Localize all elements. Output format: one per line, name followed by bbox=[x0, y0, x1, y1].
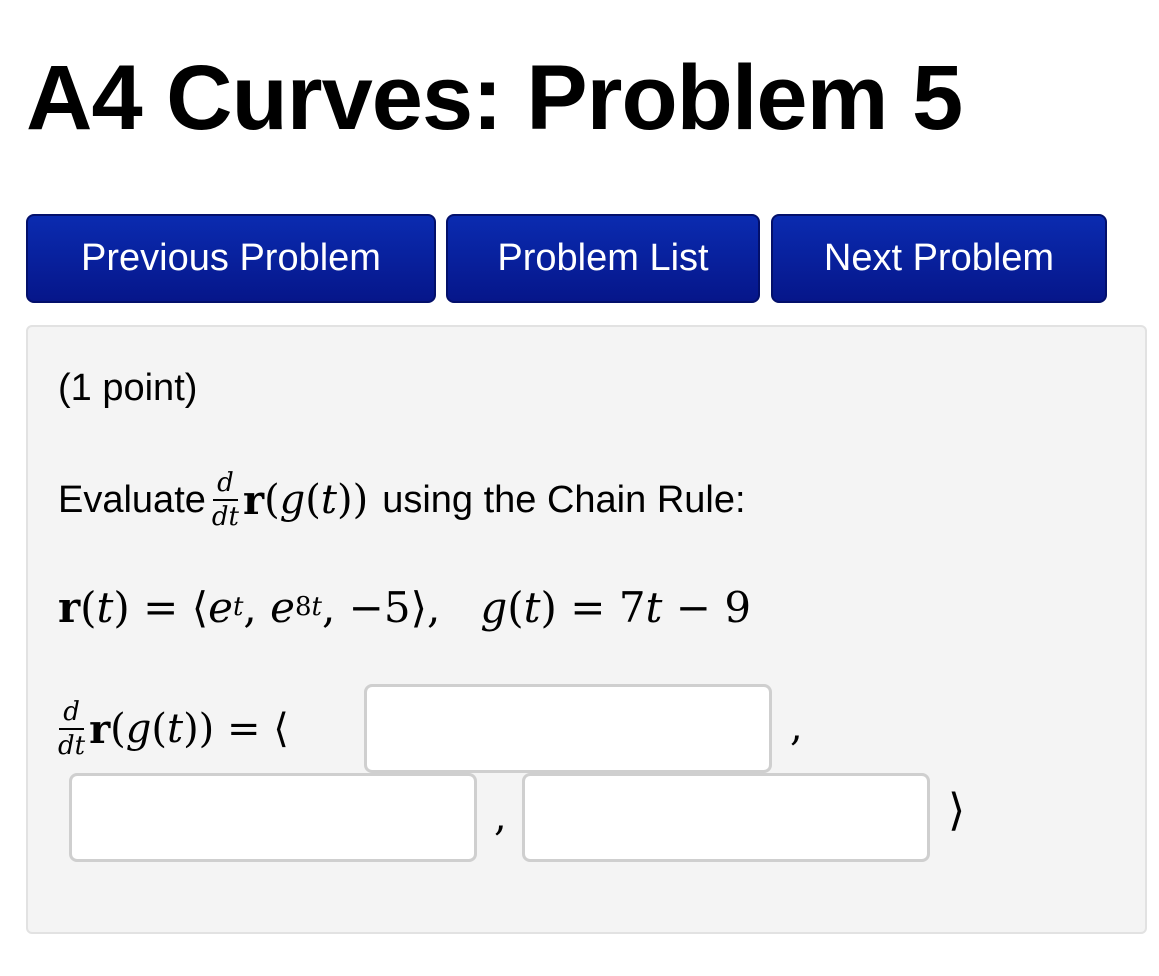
prompt-suffix: using the Chain Rule: bbox=[382, 478, 746, 521]
answer-lhs: d dt r(g(t)) = ⟨ bbox=[58, 697, 289, 761]
function-definitions: r(t) = ⟨ e t, e 8t, −5⟩, g(t) = 7t − 9 bbox=[58, 582, 752, 632]
fraction-denominator: dt bbox=[211, 502, 239, 532]
answer-separator-2: , bbox=[494, 794, 507, 840]
problem-list-button[interactable]: Problem List bbox=[446, 214, 760, 303]
answer-input-1[interactable] bbox=[364, 684, 772, 773]
answer-rangle: ⟩ bbox=[948, 785, 966, 836]
target-expression: r(g(t)) bbox=[242, 476, 369, 524]
answer-equals: = bbox=[227, 706, 261, 752]
answer-input-2[interactable] bbox=[69, 773, 477, 862]
points-label: (1 point) bbox=[58, 367, 198, 409]
prompt-prefix: Evaluate bbox=[58, 478, 206, 521]
problem-panel: (1 point) Evaluate d dt r(g(t)) using th… bbox=[26, 325, 1147, 934]
answer-fraction-numerator: d bbox=[59, 699, 84, 730]
next-problem-button[interactable]: Next Problem bbox=[771, 214, 1107, 303]
fraction-numerator: d bbox=[213, 470, 238, 501]
problem-prompt: Evaluate d dt r(g(t)) using the Chain Ru… bbox=[58, 460, 746, 540]
answer-derivative-fraction: d dt bbox=[58, 699, 85, 759]
derivative-fraction: d dt bbox=[212, 470, 239, 530]
page-title: A4 Curves: Problem 5 bbox=[26, 47, 963, 149]
answer-langle: ⟨ bbox=[273, 706, 289, 752]
answer-separator-1: , bbox=[790, 704, 803, 750]
answer-fraction-denominator: dt bbox=[58, 731, 86, 761]
answer-input-3[interactable] bbox=[522, 773, 930, 862]
previous-problem-button[interactable]: Previous Problem bbox=[26, 214, 436, 303]
